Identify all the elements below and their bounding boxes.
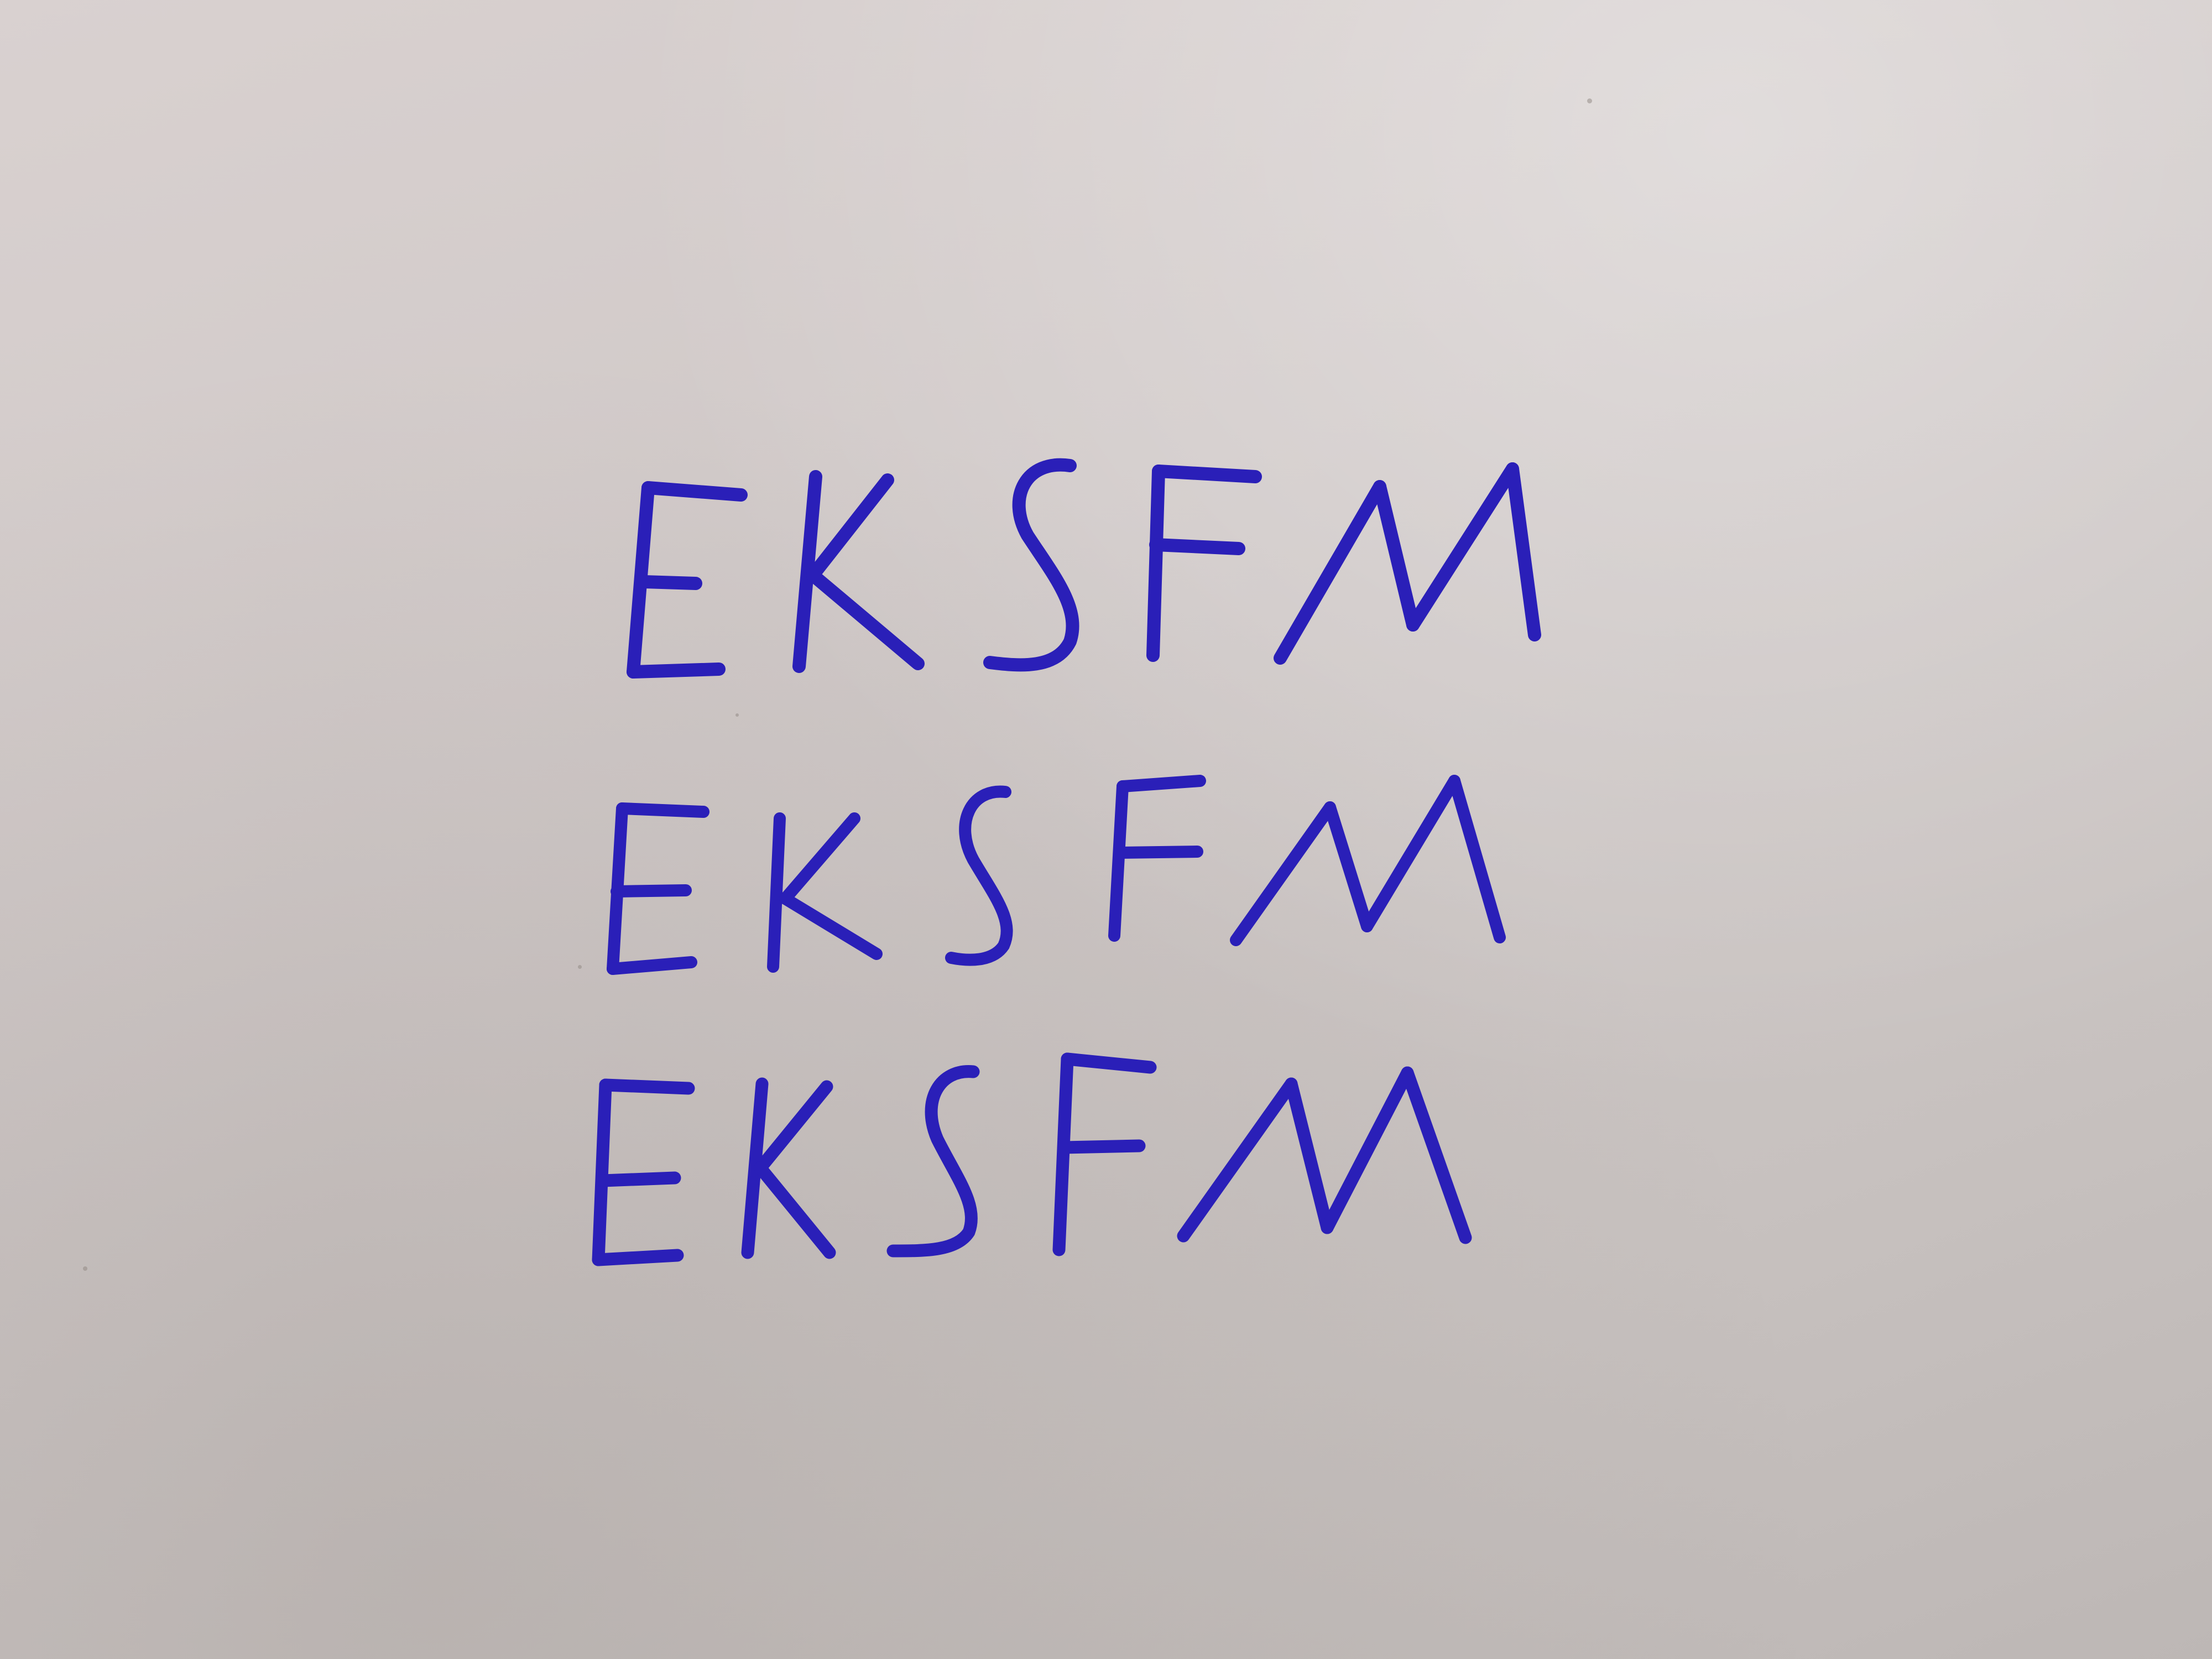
letter-f xyxy=(1052,1052,1157,1256)
letter-e xyxy=(607,802,709,975)
ink-stroke xyxy=(1149,538,1245,555)
letter-k xyxy=(792,470,925,673)
ink-stroke xyxy=(1152,465,1262,483)
ink-stroke xyxy=(1146,465,1165,662)
letter-s xyxy=(886,1065,980,1258)
ink-stroke xyxy=(592,1249,684,1266)
handwritten-line-2 xyxy=(607,775,1506,975)
ink-stroke xyxy=(1321,1066,1414,1234)
handwriting-drawing xyxy=(592,458,1541,1266)
ink-stroke xyxy=(886,1065,980,1258)
ink-stroke xyxy=(596,1171,681,1187)
ink-stroke xyxy=(1052,1052,1074,1256)
ink-stroke xyxy=(1117,775,1206,792)
ink-stroke xyxy=(638,575,702,590)
handwritten-line-1 xyxy=(627,458,1541,679)
ink-stroke xyxy=(779,812,860,905)
ink-stroke xyxy=(592,1078,612,1266)
letter-f xyxy=(1146,465,1262,662)
letter-s xyxy=(945,785,1013,966)
ink-stroke xyxy=(983,458,1079,672)
ink-stroke xyxy=(1274,480,1386,665)
ink-stroke xyxy=(1058,1139,1146,1154)
ink-stroke xyxy=(945,785,1013,966)
ink-stroke xyxy=(1108,780,1129,942)
letter-m xyxy=(1230,775,1506,946)
handwritten-line-3 xyxy=(592,1052,1472,1266)
ink-stroke xyxy=(607,956,697,975)
ink-stroke xyxy=(1114,846,1203,859)
letter-k xyxy=(767,812,883,973)
ink-stroke xyxy=(806,473,894,582)
letter-m xyxy=(1274,462,1541,665)
ink-stroke xyxy=(1406,462,1519,632)
ink-stroke xyxy=(627,662,726,679)
ink-stroke xyxy=(616,802,709,818)
ink-stroke xyxy=(641,481,748,502)
ink-stroke xyxy=(1177,1077,1298,1243)
ink-stroke xyxy=(1506,462,1541,641)
ink-stroke xyxy=(779,893,883,960)
ink-stroke xyxy=(754,1161,836,1259)
ink-stroke xyxy=(1230,801,1336,946)
letter-k xyxy=(741,1077,836,1259)
letter-s xyxy=(983,458,1079,672)
letter-m xyxy=(1177,1066,1472,1244)
ink-stroke xyxy=(806,568,925,670)
ink-stroke xyxy=(754,1080,833,1175)
ink-stroke xyxy=(767,812,786,973)
ink-stroke xyxy=(1361,775,1460,932)
letter-f xyxy=(1108,775,1206,942)
ink-stroke xyxy=(1448,775,1506,943)
ink-stroke xyxy=(1285,1077,1334,1234)
letter-e xyxy=(592,1078,695,1266)
ink-stroke xyxy=(1061,1052,1157,1074)
ink-stroke xyxy=(1373,480,1420,632)
ink-stroke xyxy=(599,1078,695,1095)
ink-stroke xyxy=(1324,801,1373,932)
ink-stroke xyxy=(611,884,692,898)
letter-e xyxy=(627,481,748,679)
ink-stroke xyxy=(1401,1066,1472,1244)
paper-background: EKSFM EKSFM EKSFM xyxy=(0,0,2212,1659)
